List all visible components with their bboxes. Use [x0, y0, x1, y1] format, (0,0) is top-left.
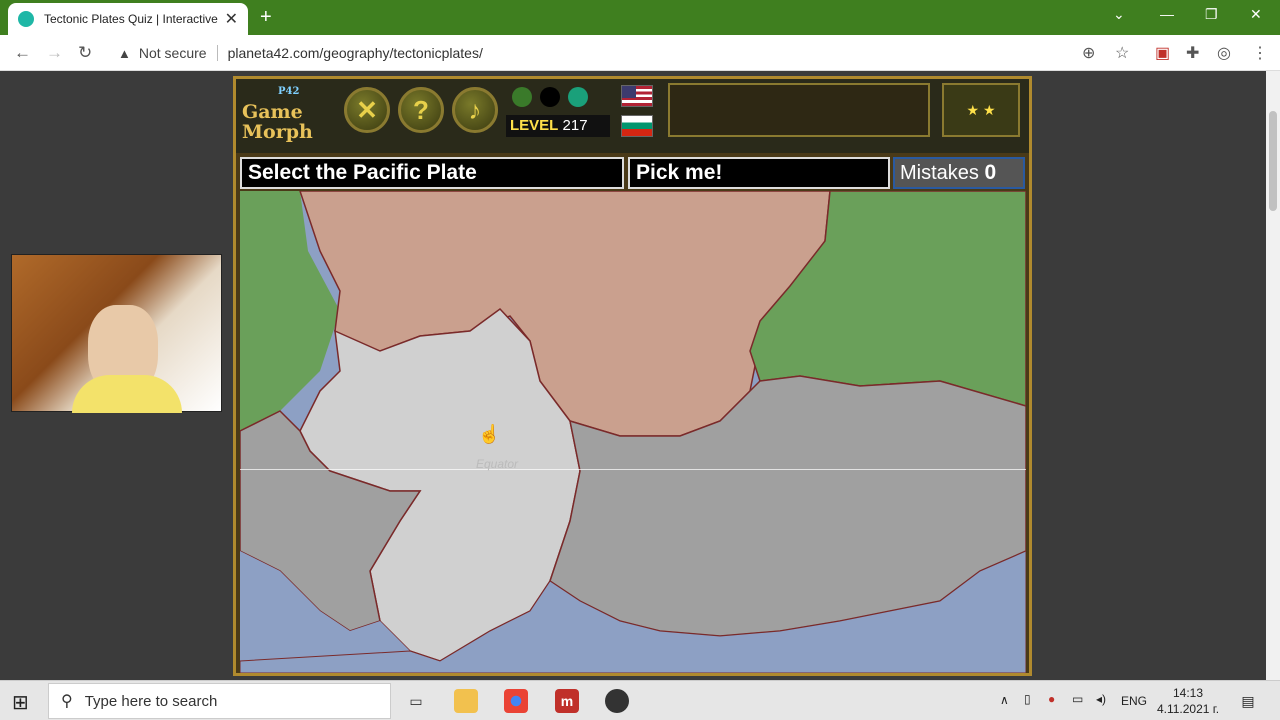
zoom-icon[interactable]: ⊕: [1082, 43, 1095, 63]
webcam-overlay: [11, 254, 222, 413]
tray-app-icon[interactable]: ●: [1048, 692, 1055, 706]
level-value: 217: [562, 117, 588, 134]
task-view-icon[interactable]: ▭: [404, 689, 428, 713]
swords-button-icon[interactable]: ✕: [344, 87, 390, 133]
small-icons-row: [512, 87, 612, 109]
omnibox-divider: [216, 45, 218, 61]
plates-map: Equator ☝: [239, 190, 1027, 673]
gamemorph-logo[interactable]: P42 Game Morph: [242, 82, 332, 146]
taskbar-clock[interactable]: 14:13 4.11.2021 г.: [1153, 685, 1223, 717]
app-m-icon[interactable]: m: [555, 689, 579, 713]
webcam-shirt: [72, 375, 182, 413]
logo-line2: Morph: [242, 121, 313, 143]
bookmark-star-icon[interactable]: ☆: [1115, 43, 1129, 63]
music-button-icon[interactable]: ♪: [452, 87, 498, 133]
address-toolbar: ← → ↻ ▲ Not secure planeta42.com/geograp…: [0, 35, 1280, 71]
logo-tag: P42: [278, 86, 300, 97]
equator-label: Equator: [476, 457, 519, 471]
page-scrollbar[interactable]: [1266, 71, 1280, 680]
tab-title: Tectonic Plates Quiz | Interactive: [44, 12, 218, 26]
game-frame: P42 Game Morph ✕ ? ♪ LEVEL 217 ★ ★ Selec…: [233, 76, 1032, 676]
profile-avatar-icon[interactable]: ◎: [1217, 43, 1231, 63]
plates-map-svg: [239, 190, 1027, 673]
browser-tabbar: Tectonic Plates Quiz | Interactive ✕ + ⌄…: [0, 0, 1280, 35]
level-display: LEVEL 217: [506, 115, 610, 137]
tray-chevron-icon[interactable]: ∧: [1000, 693, 1009, 707]
scrollbar-thumb[interactable]: [1269, 111, 1277, 211]
trophy-stars-icon[interactable]: ★ ★: [942, 83, 1020, 137]
game-header: P42 Game Morph ✕ ? ♪ LEVEL 217 ★ ★: [236, 79, 1029, 153]
forward-icon[interactable]: →: [46, 43, 63, 63]
windows-taskbar: ⊞ ⚲ Type here to search ▭ m ∧ ▯ ● ▭ ◂) E…: [0, 680, 1280, 720]
page-content: P42 Game Morph ✕ ? ♪ LEVEL 217 ★ ★ Selec…: [0, 71, 1266, 680]
question-text: Select the Pacific Plate: [240, 157, 624, 189]
security-label: Not secure: [138, 45, 207, 61]
url-text[interactable]: planeta42.com/geography/tectonicplates/: [228, 45, 483, 61]
extensions-puzzle-icon[interactable]: ✚: [1186, 43, 1199, 63]
reload-icon[interactable]: ↻: [78, 43, 92, 63]
book-icon[interactable]: [568, 87, 588, 107]
back-icon[interactable]: ←: [14, 43, 31, 63]
tray-device-icon[interactable]: ▯: [1024, 692, 1031, 706]
minimize-icon[interactable]: —: [1160, 6, 1174, 22]
browser-tab[interactable]: Tectonic Plates Quiz | Interactive ✕: [8, 3, 248, 35]
mistakes-value: 0: [984, 161, 997, 184]
tray-volume-icon[interactable]: ◂): [1096, 692, 1106, 706]
chrome-icon[interactable]: [504, 689, 528, 713]
dark-circle-icon[interactable]: [540, 87, 560, 107]
windows-start-icon[interactable]: ⊞: [12, 690, 29, 715]
notification-icon[interactable]: ▤: [1236, 689, 1260, 713]
bulgaria-flag-icon[interactable]: [621, 115, 653, 137]
obs-icon[interactable]: [605, 689, 629, 713]
restore-icon[interactable]: ❐: [1205, 6, 1218, 23]
search-placeholder: Type here to search: [84, 692, 218, 710]
mistakes-label: Mistakes: [900, 162, 979, 184]
stats-panel: [668, 83, 930, 137]
tab-search-icon[interactable]: ⌄: [1113, 6, 1125, 23]
question-bar: Select the Pacific Plate Pick me! Mistak…: [240, 157, 1026, 189]
menu-dots-icon[interactable]: ⋮: [1252, 43, 1268, 63]
clock-date: 4.11.2021 г.: [1156, 702, 1220, 716]
site-favicon-icon: [18, 11, 34, 27]
cookie-icon[interactable]: [512, 87, 532, 107]
mistakes-counter: Mistakes 0: [893, 157, 1025, 189]
extension-badge-icon[interactable]: ▣: [1155, 43, 1170, 63]
pick-label: Pick me!: [628, 157, 890, 189]
close-window-icon[interactable]: ✕: [1250, 6, 1262, 23]
search-icon: ⚲: [61, 693, 73, 710]
warning-icon: ▲: [118, 45, 131, 61]
clock-time: 14:13: [1172, 686, 1204, 700]
us-flag-icon[interactable]: [621, 85, 653, 107]
level-label: LEVEL: [510, 117, 559, 134]
file-explorer-icon[interactable]: [454, 689, 478, 713]
new-tab-icon[interactable]: +: [260, 6, 272, 28]
omnibox[interactable]: ▲ Not secure planeta42.com/geography/tec…: [108, 39, 1143, 67]
tray-network-icon[interactable]: ▭: [1072, 692, 1083, 706]
taskbar-search[interactable]: ⚲ Type here to search: [48, 683, 391, 719]
help-button-icon[interactable]: ?: [398, 87, 444, 133]
logo-line1: Game: [242, 101, 303, 123]
close-tab-icon[interactable]: ✕: [225, 9, 238, 29]
language-indicator[interactable]: ENG: [1121, 694, 1147, 708]
hand-cursor-icon: ☝: [478, 424, 501, 444]
equator-line: [240, 469, 1026, 470]
